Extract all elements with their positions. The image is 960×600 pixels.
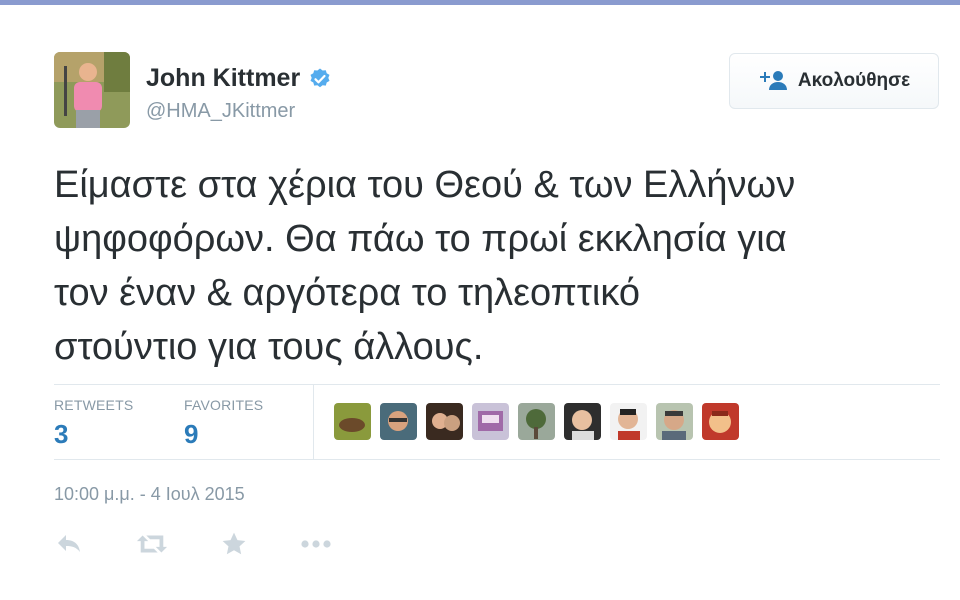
- tweet-line: ψηφοφόρων. Θα πάω το πρωί εκκλησία για: [54, 218, 787, 260]
- follow-button-label: Ακολούθησε: [797, 70, 911, 91]
- tweet-timestamp[interactable]: 10:00 μ.μ. - 4 Ιουλ 2015: [54, 484, 245, 505]
- favorite-star-icon: [222, 532, 246, 555]
- favoriter-avatar[interactable]: [334, 403, 371, 440]
- retweets-label: RETWEETS: [54, 397, 134, 413]
- stats-divider: [313, 385, 314, 459]
- tweet-line: Είμαστε στα χέρια του Θεού & των Ελλήνων: [54, 164, 796, 206]
- favorites-count: 9: [184, 419, 199, 449]
- tweet-line: στούντιο για τους άλλους.: [54, 326, 484, 368]
- window-top-strip: [0, 0, 960, 5]
- tweet-stats: RETWEETS 3 FAVORITES 9: [54, 384, 940, 460]
- favoriter-avatar[interactable]: [656, 403, 693, 440]
- tweet-line: τον έναν & αργότερα το τηλεοπτικό: [54, 272, 640, 314]
- favoriter-avatar[interactable]: [472, 403, 509, 440]
- reply-icon: [58, 535, 80, 552]
- favorites-label: FAVORITES: [184, 397, 264, 413]
- retweets-stat[interactable]: RETWEETS 3: [54, 397, 133, 450]
- favoriter-avatars: [334, 403, 739, 440]
- favoriter-avatar[interactable]: [518, 403, 555, 440]
- user-screen-name[interactable]: @HMA_JKittmer: [146, 100, 295, 123]
- tweet-actions: [54, 528, 332, 560]
- add-user-icon: [759, 71, 787, 90]
- retweet-icon: [136, 535, 168, 553]
- tweet-text: Είμαστε στα χέρια του Θεού & των Ελλήνων…: [54, 158, 934, 374]
- user-fullname[interactable]: John Kittmer: [146, 64, 300, 93]
- more-button[interactable]: [300, 528, 332, 560]
- favoriter-avatar[interactable]: [426, 403, 463, 440]
- verified-badge-icon: [310, 68, 330, 87]
- more-dots-icon: [301, 540, 331, 548]
- reply-button[interactable]: [54, 528, 86, 560]
- favoriter-avatar[interactable]: [610, 403, 647, 440]
- favoriter-avatar[interactable]: [380, 403, 417, 440]
- favorite-button[interactable]: [218, 528, 250, 560]
- favorites-stat[interactable]: FAVORITES 9: [184, 397, 263, 450]
- profile-avatar[interactable]: [54, 52, 130, 128]
- retweets-count: 3: [54, 419, 69, 449]
- follow-button[interactable]: Ακολούθησε: [729, 53, 939, 109]
- favoriter-avatar[interactable]: [564, 403, 601, 440]
- favoriter-avatar[interactable]: [702, 403, 739, 440]
- retweet-button[interactable]: [136, 528, 168, 560]
